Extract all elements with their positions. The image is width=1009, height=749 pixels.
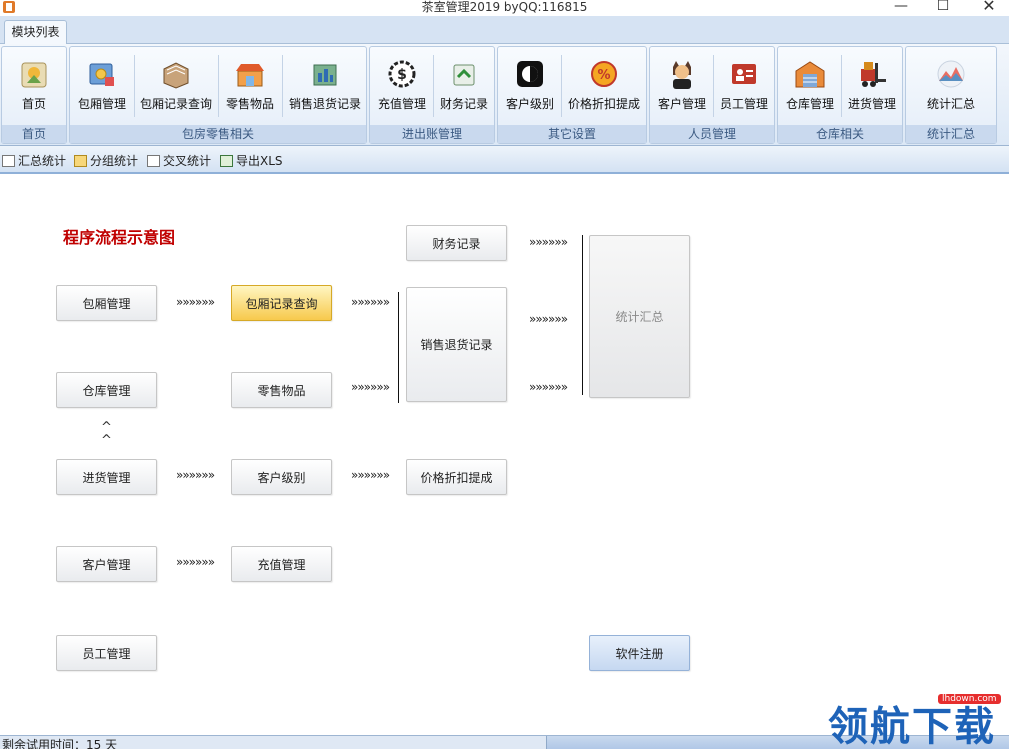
- flow-staff[interactable]: 员工管理: [56, 635, 157, 671]
- flow-purchase[interactable]: 进货管理: [56, 459, 157, 495]
- cross-stats-button[interactable]: 交叉统计: [147, 152, 211, 168]
- flow-finance[interactable]: 财务记录: [406, 225, 507, 261]
- finance-button[interactable]: 财务记录: [434, 51, 494, 121]
- flow-arrow: »»»»»»: [176, 295, 215, 309]
- percent-icon: %: [587, 57, 621, 91]
- group-chart-icon: [74, 155, 87, 167]
- flow-customer-mgmt[interactable]: 客户管理: [56, 546, 157, 582]
- minimize-button[interactable]: —: [878, 0, 924, 15]
- diagram-title: 程序流程示意图: [63, 228, 176, 247]
- register-button[interactable]: 软件注册: [589, 635, 690, 671]
- app-window: 茶室管理2019 byQQ:116815 — ☐ ✕ 模块列表 首页 首页 包厢…: [0, 0, 1009, 749]
- forklift-icon: [855, 57, 889, 91]
- ribbon-group-room-retail: 包厢管理 包厢记录查询 零售物品 销售退货记录 包房零售相关: [69, 46, 367, 144]
- bracket-line: [398, 292, 399, 403]
- chart-icon: [934, 57, 968, 91]
- group-label-settings: 其它设置: [498, 125, 646, 143]
- flow-recharge[interactable]: 充值管理: [231, 546, 332, 582]
- warehouse-icon: [793, 57, 827, 91]
- group-label-stats: 统计汇总: [906, 125, 996, 143]
- flow-stats[interactable]: 统计汇总: [589, 235, 690, 398]
- stats-button[interactable]: 统计汇总: [908, 51, 994, 121]
- group-stats-button[interactable]: 分组统计: [74, 152, 138, 168]
- group-label-accounts: 进出账管理: [370, 125, 494, 143]
- customer-icon: [665, 57, 699, 91]
- watermark: 领航下载 lhdown.com: [828, 694, 1009, 749]
- flow-warehouse[interactable]: 仓库管理: [56, 372, 157, 408]
- ribbon-tab-strip: 模块列表: [0, 16, 1009, 45]
- flow-room-mgmt[interactable]: 包厢管理: [56, 285, 157, 321]
- room-mgmt-button[interactable]: 包厢管理: [72, 51, 132, 121]
- close-button[interactable]: ✕: [966, 0, 1009, 15]
- records-icon: [159, 57, 193, 91]
- customer-level-button[interactable]: 客户级别: [500, 51, 560, 121]
- room-records-button[interactable]: 包厢记录查询: [136, 51, 216, 121]
- group-label-personnel: 人员管理: [650, 125, 774, 143]
- ribbon-group-home: 首页 首页: [1, 46, 67, 144]
- separator: [218, 55, 219, 117]
- ribbon: 首页 首页 包厢管理 包厢记录查询 零售物品 销售退货记录 包房零售相关 $ 充…: [0, 44, 1009, 146]
- separator: [134, 55, 135, 117]
- sales-return-button[interactable]: 销售退货记录: [284, 51, 366, 121]
- cross-table-icon: [147, 155, 160, 167]
- shop-icon: [233, 57, 267, 91]
- recharge-button[interactable]: $ 充值管理: [372, 51, 432, 121]
- trial-remaining: 剩余试用时间：15 天: [2, 738, 118, 749]
- export-xls-button[interactable]: 导出XLS: [220, 152, 283, 168]
- flow-arrow: »»»»»»: [176, 555, 215, 569]
- title-bar: 茶室管理2019 byQQ:116815 — ☐ ✕: [0, 0, 1009, 16]
- finance-icon: [447, 57, 481, 91]
- group-label-warehouse: 仓库相关: [778, 125, 902, 143]
- summary-stats-button[interactable]: 汇总统计: [2, 152, 66, 168]
- flow-arrow: »»»»»»: [351, 380, 390, 394]
- staff-mgmt-button[interactable]: 员工管理: [714, 51, 774, 121]
- level-icon: [513, 57, 547, 91]
- flow-customer-level[interactable]: 客户级别: [231, 459, 332, 495]
- flow-retail[interactable]: 零售物品: [231, 372, 332, 408]
- warehouse-mgmt-button[interactable]: 仓库管理: [780, 51, 840, 121]
- return-icon: [308, 57, 342, 91]
- bracket-line: [582, 235, 583, 395]
- ribbon-group-accounts: $ 充值管理 财务记录 进出账管理: [369, 46, 495, 144]
- flow-arrow: »»»»»»: [529, 380, 568, 394]
- excel-icon: [220, 155, 233, 167]
- group-label-room-retail: 包房零售相关: [70, 125, 366, 143]
- ribbon-group-warehouse: 仓库管理 进货管理 仓库相关: [777, 46, 903, 144]
- watermark-site: lhdown.com: [938, 694, 1001, 704]
- flow-arrow: »»»»»»: [351, 468, 390, 482]
- dollar-gear-icon: $: [385, 57, 419, 91]
- tab-module-list[interactable]: 模块列表: [4, 20, 67, 45]
- flow-arrow: »»»»»»: [529, 312, 568, 326]
- table-icon: [2, 155, 15, 167]
- window-title: 茶室管理2019 byQQ:116815: [421, 0, 588, 14]
- maximize-button[interactable]: ☐: [920, 0, 966, 15]
- flow-room-records[interactable]: 包厢记录查询: [231, 285, 332, 321]
- separator: [282, 55, 283, 117]
- ribbon-group-personnel: 客户管理 员工管理 人员管理: [649, 46, 775, 144]
- svg-text:%: %: [597, 68, 610, 83]
- room-icon: [85, 57, 119, 91]
- retail-button[interactable]: 零售物品: [220, 51, 280, 121]
- flow-sales-return[interactable]: 销售退货记录: [406, 287, 507, 402]
- staff-icon: [727, 57, 761, 91]
- ribbon-group-stats: 统计汇总 统计汇总: [905, 46, 997, 144]
- purchase-mgmt-button[interactable]: 进货管理: [842, 51, 902, 121]
- flow-arrow: »»»»»»: [351, 295, 390, 309]
- toolbar: 汇总统计 分组统计 交叉统计 导出XLS: [0, 146, 1009, 174]
- flow-arrow: »»»»»»: [529, 235, 568, 249]
- home-button[interactable]: 首页: [2, 51, 66, 121]
- customer-mgmt-button[interactable]: 客户管理: [652, 51, 712, 121]
- home-icon: [17, 57, 51, 91]
- ribbon-group-settings: 客户级别 % 价格折扣提成 其它设置: [497, 46, 647, 144]
- group-label-home: 首页: [2, 125, 66, 143]
- discount-button[interactable]: % 价格折扣提成: [562, 51, 646, 121]
- up-chevron: ^: [101, 433, 112, 448]
- flow-arrow: »»»»»»: [176, 468, 215, 482]
- svg-text:$: $: [397, 67, 407, 83]
- flow-discount[interactable]: 价格折扣提成: [406, 459, 507, 495]
